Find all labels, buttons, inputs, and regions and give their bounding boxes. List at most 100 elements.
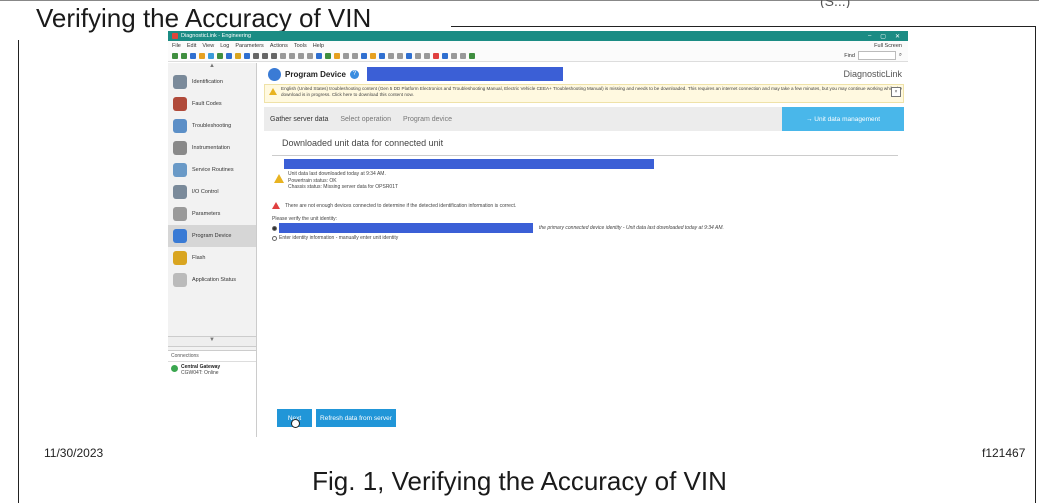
toolbar-button-icon[interactable] xyxy=(244,52,250,59)
toolbar-button-icon[interactable] xyxy=(397,52,403,59)
toolbar-button-icon[interactable] xyxy=(217,52,223,59)
toolbar-button-icon[interactable] xyxy=(325,52,331,59)
toolbar-button-icon[interactable] xyxy=(334,52,340,59)
sidebar-item-service-routines[interactable]: Service Routines xyxy=(168,159,256,181)
minimize-button[interactable]: – xyxy=(868,33,871,40)
sidebar-item-program-device[interactable]: Program Device xyxy=(168,225,256,247)
parameters-icon xyxy=(173,207,187,221)
sidebar-item-label: Application Status xyxy=(192,277,237,283)
error-text: There are not enough devices connected t… xyxy=(285,202,517,209)
full-screen-button[interactable]: Full Screen xyxy=(874,43,908,49)
menu-file[interactable]: File xyxy=(172,43,181,49)
toolbar-button-icon[interactable] xyxy=(451,52,457,59)
sidebar-item-application-status[interactable]: Application Status xyxy=(168,269,256,291)
toolbar-button-icon[interactable] xyxy=(388,52,394,59)
toolbar-button-icon[interactable] xyxy=(172,52,178,59)
toolbar-button-icon[interactable] xyxy=(442,52,448,59)
sidebar-item-troubleshooting[interactable]: Troubleshooting xyxy=(168,115,256,137)
sidebar-item-identification[interactable]: Identification xyxy=(168,71,256,93)
toolbar-button-icon[interactable] xyxy=(298,52,304,59)
sidebar-item-label: Identification xyxy=(192,79,223,85)
toolbar-button-icon[interactable] xyxy=(361,52,367,59)
frame-right xyxy=(1035,26,1036,503)
toolbar-button-icon[interactable] xyxy=(352,52,358,59)
radio-manual[interactable] xyxy=(272,235,277,241)
refresh-data-button[interactable]: Refresh data from server xyxy=(316,409,396,427)
figure-id: f121467 xyxy=(982,446,1026,460)
toolbar-button-icon[interactable] xyxy=(460,52,466,59)
toolbar-button-icon[interactable] xyxy=(316,52,322,59)
toolbar-button-icon[interactable] xyxy=(262,52,268,59)
connection-status: CGW04T: Online xyxy=(181,370,219,376)
menu-log[interactable]: Log xyxy=(220,43,229,49)
toolbar-button-icon[interactable] xyxy=(379,52,385,59)
toolbar-button-icon[interactable] xyxy=(307,52,313,59)
toolbar-button-icon[interactable] xyxy=(208,52,214,59)
toolbar: Find ⌕ xyxy=(168,50,908,62)
menu-actions[interactable]: Actions xyxy=(270,43,288,49)
fault-codes-icon xyxy=(173,97,187,111)
toolbar-button-icon[interactable] xyxy=(424,52,430,59)
document-date: 11/30/2023 xyxy=(44,446,104,460)
diagnosticlink-window: DiagnosticLink - Engineering – ▢ ✕ File … xyxy=(168,31,908,437)
sidebar-item-flash[interactable]: Flash xyxy=(168,247,256,269)
gear-icon xyxy=(173,163,187,177)
toolbar-button-icon[interactable] xyxy=(253,52,259,59)
gauge-icon xyxy=(173,141,187,155)
sidebar-item-label: Flash xyxy=(192,255,206,261)
sidebar-item-instrumentation[interactable]: Instrumentation xyxy=(168,137,256,159)
unit-download-time: Unit data last downloaded today at 9:34 … xyxy=(288,171,386,177)
menu-view[interactable]: View xyxy=(202,43,214,49)
menu-edit[interactable]: Edit xyxy=(187,43,196,49)
toolbar-button-icon[interactable] xyxy=(343,52,349,59)
tab-select-operation[interactable]: Select operation xyxy=(334,116,397,123)
scroll-down-icon[interactable]: ▼ xyxy=(168,336,256,347)
toolbar-button-icon[interactable] xyxy=(370,52,376,59)
close-warning-icon[interactable]: × xyxy=(891,87,901,97)
redacted-unit-id xyxy=(284,159,654,169)
sidebar-item-label: I/O Control xyxy=(192,189,219,195)
toolbar-button-icon[interactable] xyxy=(271,52,277,59)
program-device-header: Program Device ? xyxy=(268,66,908,82)
toolbar-button-icon[interactable] xyxy=(289,52,295,59)
toolbar-button-icon[interactable] xyxy=(280,52,286,59)
main-content: Program Device ? DiagnosticLink English … xyxy=(264,63,908,437)
sidebar-item-parameters[interactable]: Parameters xyxy=(168,203,256,225)
online-status-icon xyxy=(171,365,178,372)
toolbar-button-icon[interactable] xyxy=(226,52,232,59)
toolbar-button-icon[interactable] xyxy=(181,52,187,59)
id-card-icon xyxy=(173,75,187,89)
flash-icon xyxy=(173,251,187,265)
toolbar-button-icon[interactable] xyxy=(235,52,241,59)
scroll-up-icon[interactable]: ▲ xyxy=(168,63,256,71)
find-input[interactable] xyxy=(857,51,896,60)
toolbar-button-icon[interactable] xyxy=(190,52,196,59)
toolbar-button-icon[interactable] xyxy=(199,52,205,59)
identity-option-manual[interactable]: Enter identity information - manually en… xyxy=(272,235,398,241)
identity-option-primary[interactable]: the primary connected device identity - … xyxy=(272,223,724,233)
toolbar-button-icon[interactable] xyxy=(433,52,439,59)
menu-help[interactable]: Help xyxy=(313,43,324,49)
tab-program-device[interactable]: Program device xyxy=(397,116,458,123)
search-icon[interactable]: ⌕ xyxy=(899,52,902,59)
toolbar-button-icon[interactable] xyxy=(406,52,412,59)
toolbar-button-icon[interactable] xyxy=(469,52,475,59)
sidebar-item-i-o-control[interactable]: I/O Control xyxy=(168,181,256,203)
help-icon[interactable]: ? xyxy=(349,69,359,79)
tab-gather-server-data[interactable]: Gather server data xyxy=(264,116,334,123)
unit-data-management-button[interactable]: → Unit data management xyxy=(782,107,904,131)
window-title: DiagnosticLink - Engineering xyxy=(181,33,252,39)
connection-item[interactable]: Central Gateway CGW04T: Online xyxy=(168,362,256,378)
warning-icon xyxy=(269,88,277,95)
menu-tools[interactable]: Tools xyxy=(294,43,307,49)
content-missing-warning[interactable]: English (United States) troubleshooting … xyxy=(264,84,904,103)
sidebar-item-fault-codes[interactable]: Fault Codes xyxy=(168,93,256,115)
warning-text[interactable]: English (United States) troubleshooting … xyxy=(281,86,902,97)
menu-parameters[interactable]: Parameters xyxy=(235,43,263,49)
maximize-button[interactable]: ▢ xyxy=(880,33,886,40)
toolbar-button-icon[interactable] xyxy=(415,52,421,59)
close-button[interactable]: ✕ xyxy=(895,33,900,40)
sidebar-item-label: Service Routines xyxy=(192,167,234,173)
radio-primary[interactable] xyxy=(272,225,277,231)
option-manual-text: Enter identity information - manually en… xyxy=(279,235,399,241)
